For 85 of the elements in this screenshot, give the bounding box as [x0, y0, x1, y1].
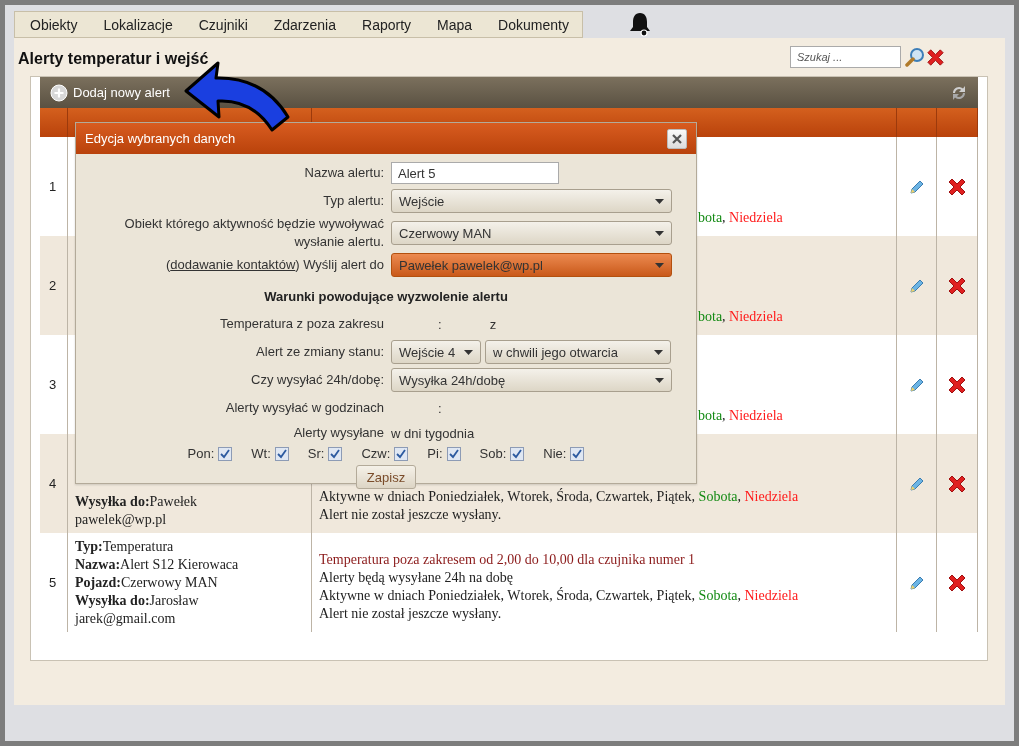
day-label: Nie:: [543, 446, 567, 461]
table-header: [937, 108, 978, 137]
field-label: Czy wysyłać 24h/dobę:: [250, 371, 384, 389]
detail-line: Wysyłka do:Jarosław: [75, 591, 200, 610]
row-number: 5: [48, 573, 58, 592]
day-checkbox[interactable]: [394, 446, 409, 461]
day-label: Pi:: [427, 446, 443, 461]
select-field[interactable]: Wejście: [391, 189, 672, 213]
caret-icon: [655, 262, 664, 268]
pencil-icon[interactable]: [908, 277, 925, 294]
range-separator: z: [489, 316, 497, 332]
condition-line: Aktywne w dniach Poniedziałek, Wtorek, Środa, Czwartek, Piątek, Sobota, Niedziela: [319, 586, 799, 605]
day-label: Sob:: [479, 446, 507, 461]
save-button[interactable]: Zapisz: [355, 465, 417, 489]
select-field[interactable]: Wejście 4: [391, 340, 481, 364]
caret-icon: [464, 349, 473, 355]
menu-item[interactable]: Raporty: [349, 12, 425, 37]
search-icon[interactable]: [905, 47, 925, 67]
detail-line: jarek@gmail.com: [75, 609, 177, 628]
page-title: Alerty temperatur i wejść: [18, 49, 210, 68]
select-field[interactable]: Czerwowy MAN: [391, 221, 672, 245]
day-checkbox[interactable]: [510, 446, 525, 461]
condition-line: Alerty będą wysyłane 24h na dobę: [319, 568, 513, 587]
row-number: 2: [48, 276, 58, 295]
section-heading: Warunki powodujące wyzwolenie alertu: [263, 288, 509, 306]
field-label: Nazwa alertu:: [303, 164, 384, 182]
dialog-title: Edycja wybranych danych: [85, 131, 236, 146]
plus-icon: [50, 83, 68, 102]
day-checkbox[interactable]: [446, 446, 461, 461]
pencil-icon[interactable]: [908, 178, 925, 195]
field-label: Alerty wysyłać w godzinach: [224, 399, 384, 417]
detail-line: Pojazd:Czerwowy MAN: [75, 573, 219, 592]
day-label: Pon:: [187, 446, 215, 461]
range-separator: :: [438, 400, 442, 416]
pencil-icon[interactable]: [908, 574, 925, 591]
field-label: Alerty wysyłane: [292, 424, 384, 442]
detail-line: Nazwa:Alert S12 Kierowaca: [75, 555, 240, 574]
condition-line: Alert nie został jeszcze wysłany.: [319, 604, 502, 623]
menu-item[interactable]: Zdarzenia: [260, 12, 349, 37]
condition-line: bota, Niedziela: [698, 406, 783, 425]
menu-item[interactable]: Lokalizacje: [90, 12, 186, 37]
field-label: (dodawanie kontaktów) Wyślij alert do: [164, 256, 384, 274]
detail-line: Wysyłka do:Pawełek: [75, 492, 198, 511]
delete-icon[interactable]: [925, 46, 946, 68]
caret-icon: [655, 198, 664, 204]
field-label: Obiekt którego aktywność będzie wywoływać wysłanie alertu.: [123, 215, 384, 251]
close-button[interactable]: [667, 128, 687, 149]
condition-line: Aktywne w dniach Poniedziałek, Wtorek, Środa, Czwartek, Piątek, Sobota, Niedziela: [319, 487, 799, 506]
row-number: 1: [48, 177, 58, 196]
day-label: Wt:: [251, 446, 271, 461]
search-field[interactable]: Szukaj ...: [790, 46, 901, 68]
row-number: 3: [48, 375, 58, 394]
day-label: Sr:: [307, 446, 325, 461]
row-number: 4: [48, 474, 58, 493]
add-alert-button[interactable]: Dodaj nowy alert: [50, 83, 170, 102]
field-label: Typ alertu:: [322, 192, 384, 210]
caret-icon: [654, 349, 663, 355]
day-checkbox[interactable]: [328, 446, 343, 461]
menu-item[interactable]: Obiekty: [17, 12, 91, 37]
caret-icon: [655, 377, 664, 383]
menu-item[interactable]: Czujniki: [185, 12, 261, 37]
detail-line: Typ:Temperatura: [75, 537, 175, 556]
condition-line: bota, Niedziela: [698, 307, 783, 326]
detail-line: pawelek@wp.pl: [75, 510, 168, 529]
day-checkbox[interactable]: [218, 446, 233, 461]
pencil-icon[interactable]: [908, 376, 925, 393]
range-separator: :: [438, 316, 442, 332]
select-field[interactable]: Pawełek pawelek@wp.pl: [391, 253, 672, 277]
select-field[interactable]: Wysyłka 24h/dobę: [391, 368, 672, 392]
field-label: Alert ze zmiany stanu:: [255, 343, 384, 361]
bell-icon[interactable]: [627, 11, 652, 37]
pencil-icon[interactable]: [908, 475, 925, 492]
day-label: Czw:: [361, 446, 391, 461]
day-checkbox[interactable]: [570, 446, 585, 461]
menu-item[interactable]: Mapa: [424, 12, 486, 37]
field-label: Temperatura z poza zakresu: [218, 315, 384, 333]
day-checkbox[interactable]: [274, 446, 289, 461]
select-field[interactable]: w chwili jego otwarcia: [485, 340, 671, 364]
field-note: w dni tygodnia: [391, 425, 476, 441]
menu-item[interactable]: Dokumenty: [485, 12, 582, 37]
close-icon: [672, 133, 682, 144]
condition-line: bota, Niedziela: [698, 208, 783, 227]
condition-line: Alert nie został jeszcze wysłany.: [319, 505, 502, 524]
name-input[interactable]: Alert 5: [391, 162, 559, 184]
condition-line: Temperatura poza zakresem od 2,00 do 10,00 dla czujnika numer 1: [319, 550, 696, 569]
